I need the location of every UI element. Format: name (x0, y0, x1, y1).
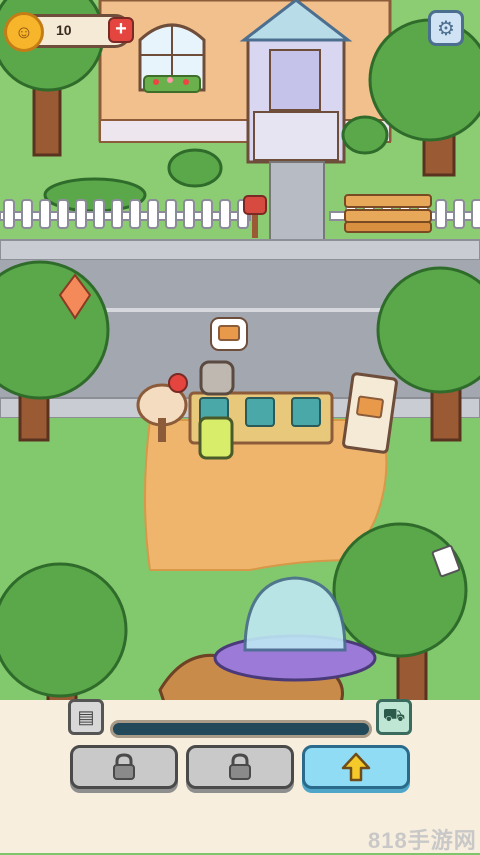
coin-icon: ☺ (4, 12, 44, 52)
food-truck-button[interactable]: ⛟ (376, 699, 412, 735)
fence-picket (147, 199, 159, 229)
locked-slot-1-button[interactable] (70, 745, 178, 789)
fence-picket (453, 199, 465, 229)
food-truck-icon: ⛟ (382, 705, 406, 725)
upgrade-badge (168, 373, 188, 393)
game-scene[interactable] (0, 0, 480, 720)
mailbox (243, 195, 267, 215)
plus-icon: + (115, 18, 127, 40)
shop-button[interactable]: ▤ (68, 699, 104, 735)
gear-icon: ⚙ (437, 17, 455, 40)
locked-slot-2-button[interactable] (186, 745, 294, 789)
fence-picket (201, 199, 213, 229)
fence-picket (435, 199, 447, 229)
bench (344, 194, 432, 208)
coin-count: 10 (56, 22, 72, 38)
settings-button[interactable]: ⚙ (428, 10, 464, 46)
upgrade-button[interactable] (302, 745, 410, 789)
cat-customer (199, 360, 235, 396)
fence-picket (93, 199, 105, 229)
fence-picket (111, 199, 123, 229)
fence-picket (129, 199, 141, 229)
lock-icon (229, 753, 251, 780)
up-arrow-icon (341, 752, 371, 782)
fence-picket (219, 199, 231, 229)
fence-picket (183, 199, 195, 229)
add-coins-button[interactable]: + (108, 17, 134, 43)
fence-picket (39, 199, 51, 229)
stone-path (269, 161, 325, 241)
fence-picket (21, 199, 33, 229)
scene-art (0, 0, 480, 720)
fence-picket (57, 199, 69, 229)
fence-picket (165, 199, 177, 229)
shop-icon: ▤ (77, 706, 95, 727)
progress-track (110, 720, 372, 738)
lock-icon (113, 753, 135, 780)
fence-picket (75, 199, 87, 229)
watermark: 818手游网 (368, 828, 477, 853)
fence-picket (3, 199, 15, 229)
robot-worker (198, 416, 234, 460)
fence-picket (471, 199, 480, 229)
